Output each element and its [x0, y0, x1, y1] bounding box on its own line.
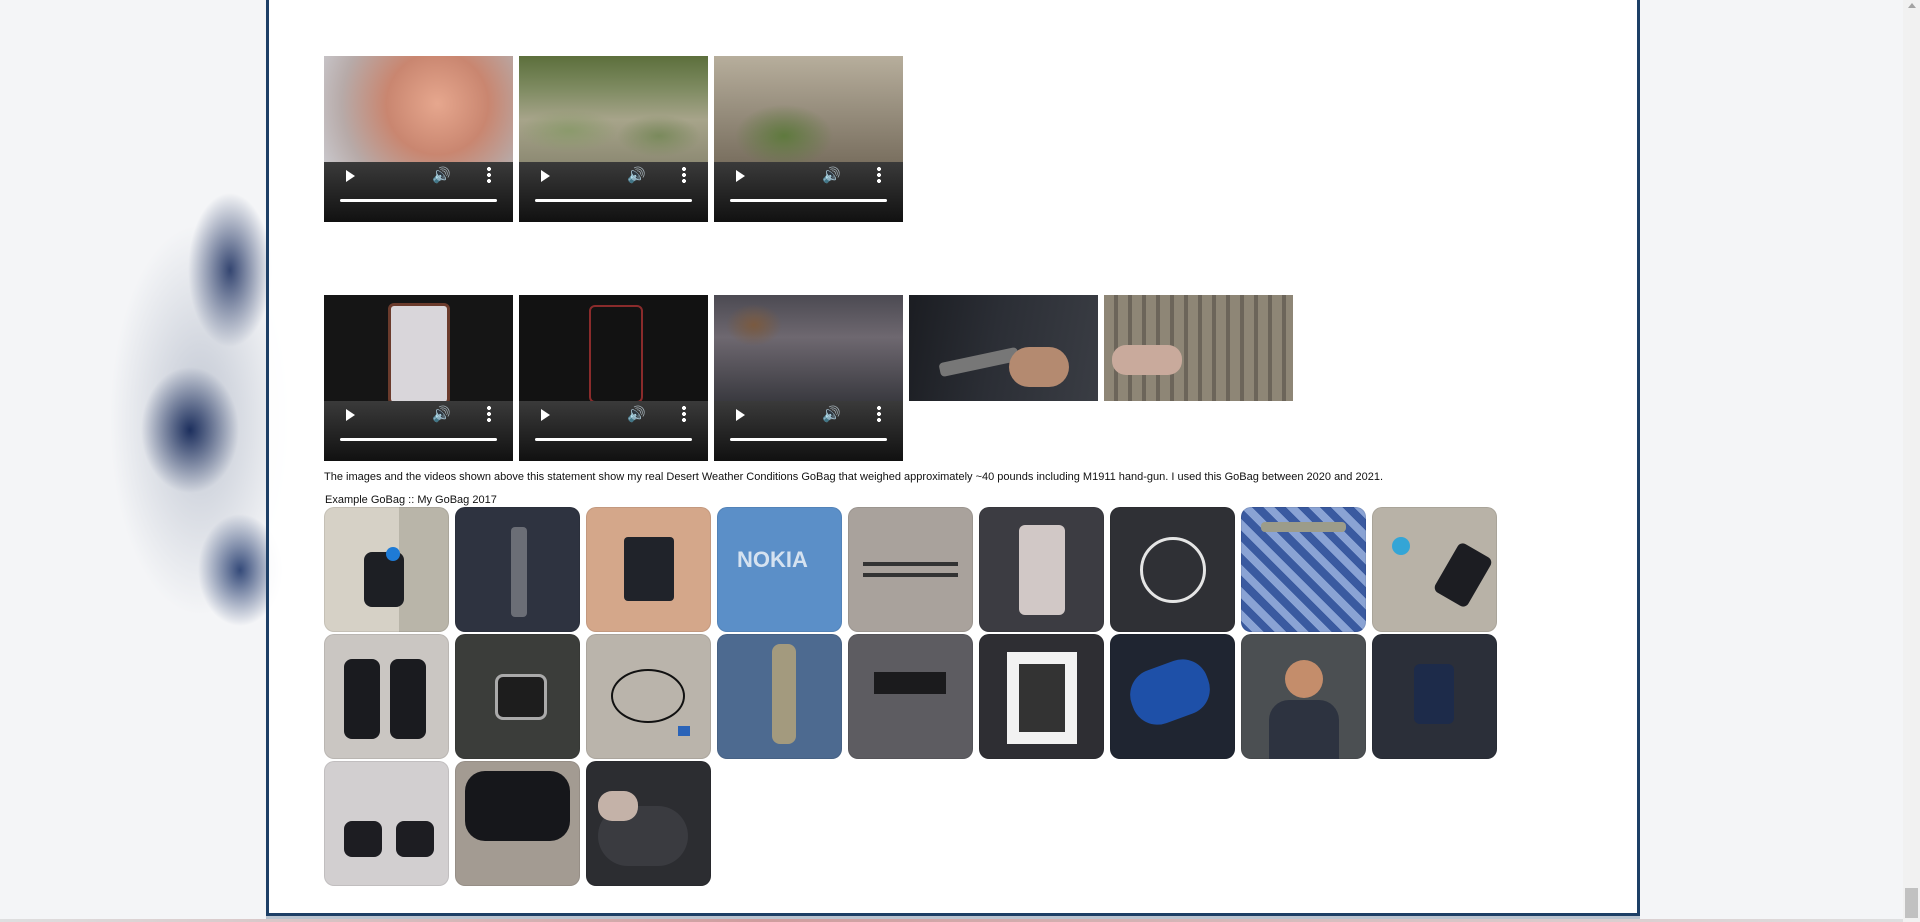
more-options-icon[interactable] [487, 167, 491, 183]
gallery-image-flashlight[interactable] [455, 507, 580, 632]
gallery-image-person[interactable] [1241, 634, 1366, 759]
video-controls: 🔊 [519, 162, 708, 222]
gallery-image-bag[interactable] [586, 761, 711, 886]
background-swirl-decoration [40, 100, 300, 740]
more-options-icon[interactable] [877, 406, 881, 422]
volume-icon[interactable]: 🔊 [432, 407, 451, 422]
content-panel: 🔊 🔊 🔊 🔊 🔊 🔊 The images and the videos sh… [266, 0, 1640, 919]
gallery-caption: Example GoBag :: My GoBag 2017 [325, 494, 497, 506]
video-player[interactable]: 🔊 [714, 56, 903, 222]
hand-shape [1112, 345, 1182, 375]
more-options-icon[interactable] [487, 406, 491, 422]
video-frame [519, 56, 708, 162]
progress-bar[interactable] [340, 199, 497, 202]
volume-icon[interactable]: 🔊 [627, 407, 646, 422]
play-icon[interactable] [346, 170, 355, 182]
progress-bar[interactable] [730, 199, 887, 202]
video-controls: 🔊 [714, 401, 903, 461]
video-frame [714, 295, 903, 401]
progress-bar[interactable] [535, 438, 692, 441]
gallery-image-backpack[interactable] [324, 507, 449, 632]
video-frame [519, 295, 708, 403]
gallery-image-knife-blanket[interactable] [1241, 507, 1366, 632]
flashlight-shape [938, 346, 1020, 378]
gobag-gallery: NOKIA [324, 507, 1504, 886]
video-player[interactable]: 🔊 [324, 295, 513, 461]
scroll-thumb[interactable] [1905, 888, 1918, 918]
gallery-image-pens[interactable] [848, 507, 973, 632]
phone-screen-shape [388, 303, 450, 405]
gallery-image-earphones[interactable] [1110, 507, 1235, 632]
vertical-scrollbar[interactable] [1903, 0, 1920, 922]
volume-icon[interactable]: 🔊 [432, 168, 451, 183]
video-row-1: 🔊 🔊 🔊 [324, 56, 903, 222]
gallery-image-insoles[interactable] [1110, 634, 1235, 759]
video-row-2: 🔊 🔊 🔊 [324, 295, 1293, 461]
video-player[interactable]: 🔊 [519, 295, 708, 461]
video-frame [324, 56, 513, 162]
video-thumbnail-flashlight[interactable] [909, 295, 1098, 401]
gallery-image-phone-back[interactable] [979, 507, 1104, 632]
play-icon[interactable] [736, 170, 745, 182]
gallery-image-watch[interactable] [455, 634, 580, 759]
video-player[interactable]: 🔊 [714, 295, 903, 461]
gallery-image-knife-sheath[interactable] [717, 634, 842, 759]
play-icon[interactable] [736, 409, 745, 421]
video-player[interactable]: 🔊 [324, 56, 513, 222]
gallery-image-accessories[interactable] [1372, 507, 1497, 632]
video-controls: 🔊 [324, 162, 513, 222]
gallery-image-phone-box[interactable] [979, 634, 1104, 759]
video-frame [714, 56, 903, 162]
gallery-image-pouch[interactable] [1372, 634, 1497, 759]
play-icon[interactable] [346, 409, 355, 421]
video-thumbnail-vent[interactable] [1104, 295, 1293, 401]
gallery-image-black-shoes[interactable] [455, 761, 580, 886]
gallery-image-wallet[interactable] [586, 507, 711, 632]
progress-bar[interactable] [340, 438, 497, 441]
progress-bar[interactable] [535, 199, 692, 202]
video-controls: 🔊 [324, 401, 513, 461]
play-icon[interactable] [541, 409, 550, 421]
video-controls: 🔊 [519, 401, 708, 461]
hand-shape [1009, 347, 1069, 387]
volume-icon[interactable]: 🔊 [627, 168, 646, 183]
scroll-up-icon[interactable] [1908, 3, 1916, 8]
gallery-image-scarf[interactable] [848, 634, 973, 759]
volume-icon[interactable]: 🔊 [822, 168, 841, 183]
gallery-image-cable[interactable] [586, 634, 711, 759]
gallery-image-nokia-box[interactable]: NOKIA [717, 507, 842, 632]
phone-shape [589, 305, 643, 403]
progress-bar[interactable] [730, 438, 887, 441]
gallery-image-boots[interactable] [324, 761, 449, 886]
gallery-image-boots-pair[interactable] [324, 634, 449, 759]
video-controls: 🔊 [714, 162, 903, 222]
more-options-icon[interactable] [682, 406, 686, 422]
play-icon[interactable] [541, 170, 550, 182]
volume-icon[interactable]: 🔊 [822, 407, 841, 422]
more-options-icon[interactable] [877, 167, 881, 183]
video-frame [324, 295, 513, 405]
more-options-icon[interactable] [682, 167, 686, 183]
gobag-statement: The images and the videos shown above th… [324, 471, 1384, 483]
video-player[interactable]: 🔊 [519, 56, 708, 222]
